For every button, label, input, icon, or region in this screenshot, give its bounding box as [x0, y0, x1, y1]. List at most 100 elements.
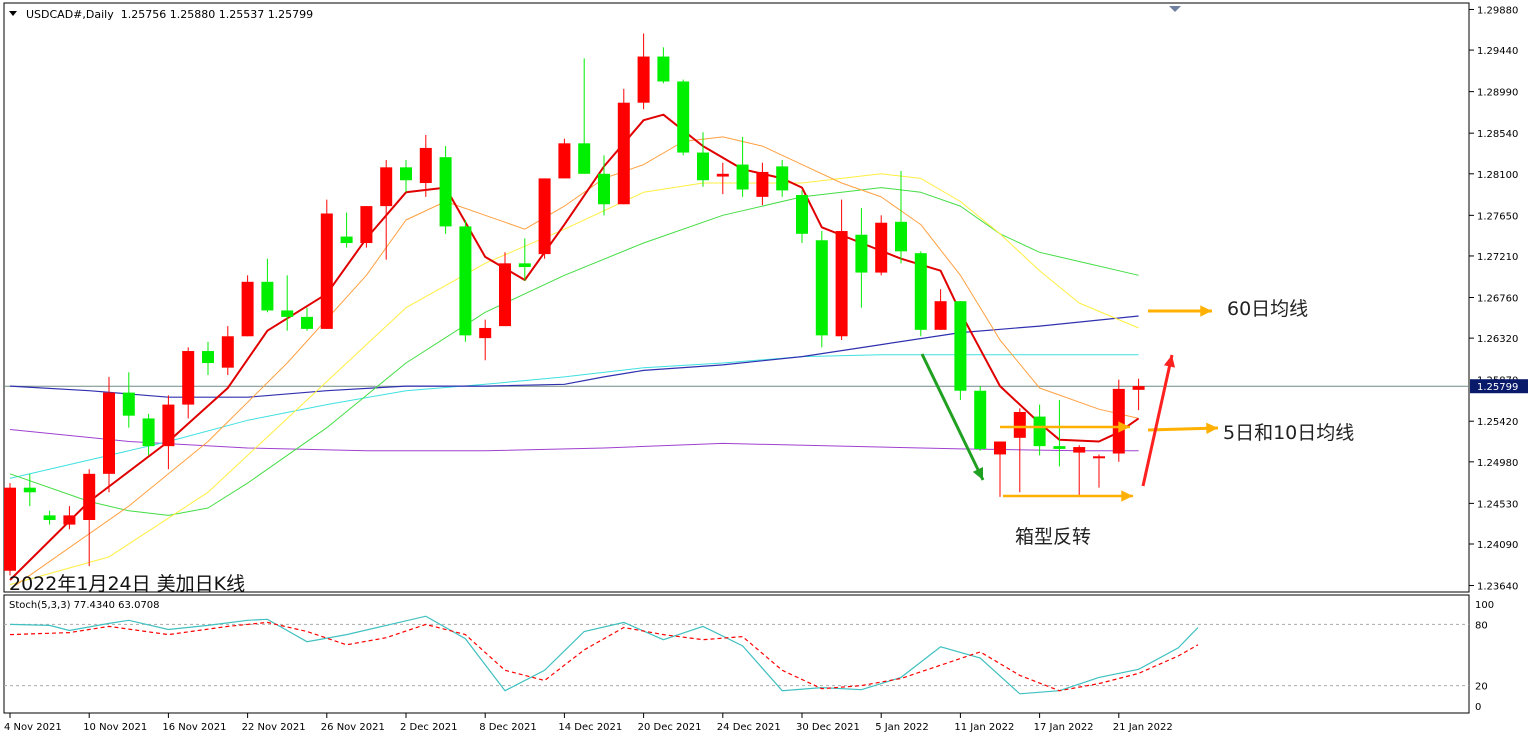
candle-body [63, 515, 76, 525]
ma5-10-arrow [1147, 422, 1219, 434]
candle-body [479, 327, 492, 339]
ma40-line [9, 187, 1139, 516]
up-reversal-arrow-shaft [1141, 354, 1174, 487]
ma60-arrow-head [1200, 305, 1212, 317]
price-tick-label: 1.23640 [1477, 582, 1518, 593]
candle-body [1053, 446, 1066, 449]
candle-body [736, 164, 749, 190]
candle-body [142, 418, 155, 447]
price-tick-label: 1.27210 [1477, 252, 1518, 263]
candle-body [598, 173, 610, 205]
candle-body [400, 167, 412, 181]
candle-body [657, 56, 670, 82]
candle-body [518, 263, 531, 268]
candle-body [360, 206, 373, 244]
candle-body [182, 351, 195, 405]
chart-header: USDCAD#,Daily 1.25756 1.25880 1.25537 1.… [26, 8, 313, 21]
candle-body [855, 234, 868, 273]
stoch-level-label: 100 [1475, 600, 1494, 611]
time-tick-label: 10 Nov 2021 [83, 722, 147, 733]
price-tick-label: 1.28540 [1477, 129, 1518, 140]
price-tick-label: 1.26320 [1477, 334, 1518, 345]
price-tick-label: 1.26760 [1477, 294, 1518, 305]
stoch-level-label: 20 [1475, 682, 1488, 693]
candle-body [578, 143, 591, 174]
ma10-line [9, 136, 1139, 590]
candle-body [103, 392, 115, 474]
candle-body [261, 281, 274, 311]
price-tick-label: 1.28100 [1477, 170, 1518, 181]
stoch-main-line [9, 615, 1199, 695]
stoch-label: Stoch(5,3,3) 77.4340 63.0708 [9, 600, 160, 611]
price-tick-label: 1.29880 [1477, 5, 1518, 16]
symbol-label: USDCAD#,Daily [26, 8, 114, 21]
time-tick-label: 4 Nov 2021 [4, 722, 62, 733]
price-tick-label: 1.24530 [1477, 499, 1518, 510]
candle-body [677, 81, 690, 153]
time-tick-label: 17 Jan 2022 [1034, 722, 1094, 733]
candle-body [1112, 388, 1125, 454]
time-tick-label: 2 Dec 2021 [400, 722, 458, 733]
candle-body [1093, 456, 1105, 459]
candle-body [835, 231, 848, 337]
candle-body [914, 253, 927, 330]
stoch-level-label: 0 [1475, 702, 1481, 713]
price-tick-label: 1.24090 [1477, 540, 1518, 551]
ma60-annotation: 60日均线 [1227, 298, 1309, 320]
price-tick-label: 1.24980 [1477, 458, 1518, 469]
box-bottom-arrow [1003, 490, 1133, 502]
ma100-line [9, 354, 1139, 479]
candle-body [459, 226, 472, 336]
candle-body [1132, 386, 1145, 390]
time-tick-label: 14 Dec 2021 [558, 722, 622, 733]
header-dropdown-icon [9, 11, 17, 16]
candle-body [1013, 411, 1026, 438]
candle-body [419, 147, 432, 184]
stoch-signal-line [9, 621, 1199, 692]
candle-body [756, 171, 769, 197]
candle-body [221, 336, 234, 368]
current-price-label: 1.25799 [1477, 382, 1518, 393]
candle-body [162, 404, 175, 447]
time-tick-label: 24 Dec 2021 [717, 722, 781, 733]
up-reversal-arrow [1141, 354, 1175, 487]
candle-body [340, 236, 353, 244]
ma60-arrow [1148, 305, 1212, 317]
up-reversal-arrow-head [1163, 355, 1175, 368]
time-tick-label: 21 Jan 2022 [1113, 722, 1173, 733]
candle-body [538, 178, 551, 255]
candle-body [697, 152, 709, 181]
candle-body [281, 310, 294, 317]
time-tick-label: 26 Nov 2021 [321, 722, 385, 733]
price-tick-label: 1.28990 [1477, 88, 1518, 99]
candle-body [380, 167, 393, 207]
candle-body [122, 392, 135, 416]
price-tick-label: 1.25420 [1477, 417, 1518, 428]
candle-body [974, 390, 987, 449]
time-tick-label: 20 Dec 2021 [638, 722, 702, 733]
down-trend-arrow [920, 353, 985, 481]
ma5-line [9, 113, 1140, 581]
candle-body [934, 301, 947, 330]
candle-body [716, 173, 729, 177]
time-tick-label: 8 Dec 2021 [479, 722, 537, 733]
candle-body [202, 351, 214, 364]
ma5-10-annotation: 5日和10日均线 [1223, 422, 1355, 444]
candle-body [776, 166, 789, 191]
chart-subtitle: 2022年1月24日 美加日K线 [9, 573, 246, 595]
price-tick-label: 1.27650 [1477, 211, 1518, 222]
candle-body [558, 143, 571, 179]
price-tick-label: 1.29440 [1477, 46, 1518, 57]
down-trend-arrow-shaft [920, 353, 985, 481]
candle-body [796, 195, 808, 234]
time-tick-label: 30 Dec 2021 [796, 722, 860, 733]
time-tick-label: 16 Nov 2021 [162, 722, 226, 733]
candle-body [895, 221, 907, 252]
time-tick-label: 5 Jan 2022 [875, 722, 929, 733]
candle-body [320, 213, 333, 329]
candle-body [301, 316, 313, 329]
candle-body [4, 487, 16, 571]
ma5-10-arrow-head [1206, 422, 1218, 434]
box-bottom-arrow-head [1121, 490, 1133, 502]
box-reversal-annotation: 箱型反转 [1015, 526, 1092, 548]
